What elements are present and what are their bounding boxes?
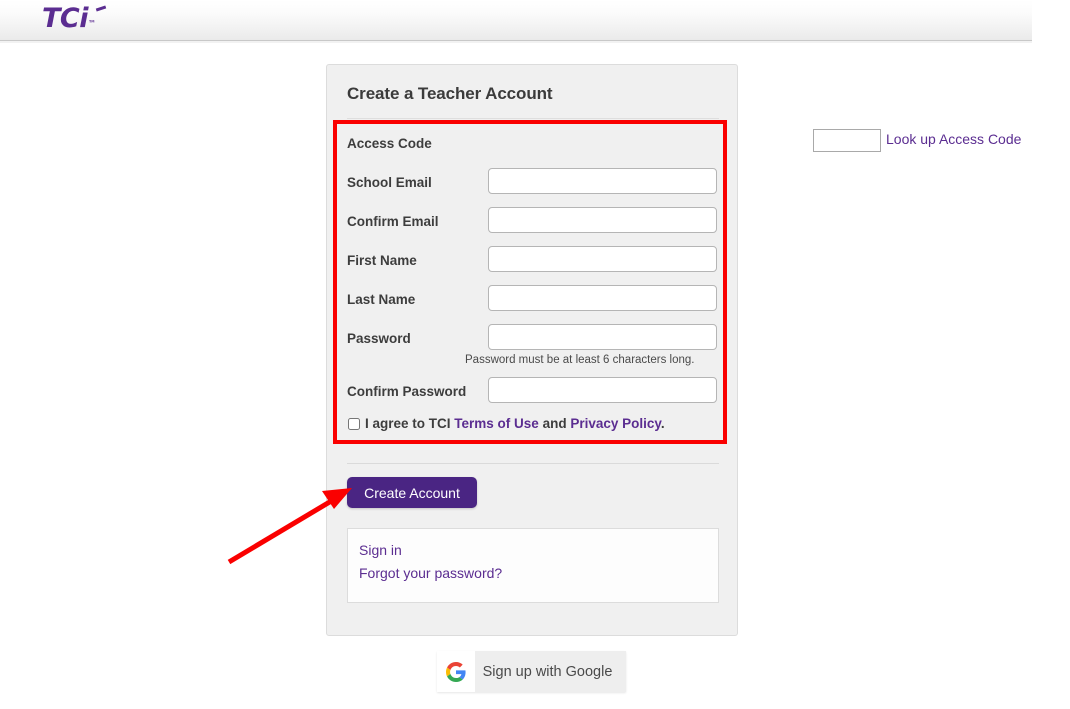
first-name-input[interactable] [488,246,717,272]
access-code-input[interactable] [813,129,881,152]
top-header-bar: TCi™ [0,0,1032,43]
label-password: Password [347,331,411,346]
page-title: Create a Teacher Account [347,84,553,103]
forgot-password-link[interactable]: Forgot your password? [359,565,502,581]
tci-logo-text: TCi [42,3,89,34]
form-row-school-email: School Email [327,166,737,205]
privacy-policy-link[interactable]: Privacy Policy [570,416,661,431]
lookup-access-code-link[interactable]: Look up Access Code [886,131,1021,147]
confirm-email-input[interactable] [488,207,717,233]
label-last-name: Last Name [347,292,416,307]
create-account-card: Create a Teacher Account Access Code Loo… [326,64,1021,636]
label-first-name: First Name [347,253,417,268]
sign-up-with-google-button[interactable]: Sign up with Google [437,651,626,692]
form-row-access-code: Access Code Look up Access Code [327,127,1021,166]
logo-accent-mark [95,5,107,12]
create-account-button[interactable]: Create Account [347,477,477,508]
form-row-first-name: First Name [327,244,737,283]
last-name-input[interactable] [488,285,717,311]
school-email-input[interactable] [488,168,717,194]
terms-of-use-link[interactable]: Terms of Use [454,416,539,431]
label-confirm-email: Confirm Email [347,214,439,229]
form-row-password: Password [327,322,737,354]
title-divider [347,118,719,119]
agree-middle: and [538,416,571,431]
auth-links-panel: Sign in Forgot your password? [347,528,719,603]
tci-logo-trademark: ™ [88,19,96,28]
label-school-email: School Email [347,175,432,190]
password-hint-row: Password must be at least 6 characters l… [327,354,737,375]
terms-agreement-row: I agree to TCI Terms of Use and Privacy … [327,414,737,440]
sign-in-link[interactable]: Sign in [359,542,402,558]
form-row-confirm-password: Confirm Password [327,375,737,414]
form-row-confirm-email: Confirm Email [327,205,737,244]
terms-agreement-text: I agree to TCI Terms of Use and Privacy … [365,416,665,431]
confirm-password-input[interactable] [488,377,717,403]
password-input[interactable] [488,324,717,350]
label-access-code: Access Code [347,136,432,151]
terms-agreement-checkbox[interactable] [348,418,360,430]
password-hint: Password must be at least 6 characters l… [465,354,695,366]
action-divider [347,463,719,464]
google-button-label: Sign up with Google [482,663,613,680]
agree-prefix: I agree to TCI [365,416,455,431]
form-row-last-name: Last Name [327,283,737,322]
agree-suffix: . [660,416,665,431]
tci-logo[interactable]: TCi™ [42,3,107,34]
label-confirm-password: Confirm Password [347,384,467,399]
google-g-icon [437,651,475,692]
signup-form: Access Code Look up Access Code School E… [327,127,1021,440]
